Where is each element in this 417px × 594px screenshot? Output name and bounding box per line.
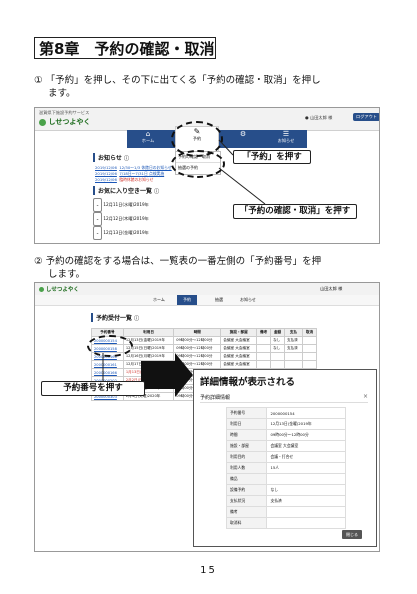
detail-row: 利用人数 15人 <box>225 462 346 474</box>
detail-row: 施設・部屋 会議室 大会議室 <box>225 440 346 452</box>
step-1-text: ① 「予約」を押し、その下に出てくる「予約の確認・取消」を押し ます。 <box>34 74 394 100</box>
detail-row: 備品 <box>225 473 346 485</box>
callout-reservation-id: 予約番号を押す <box>41 381 145 396</box>
step-2-text: ② 予約の確認をする場合は、一覧表の一番左側の「予約番号」を押 します。 <box>34 255 394 281</box>
page-number: 15 <box>200 565 217 576</box>
modal-detail-wrap: 予約番号 2000000154 利用日 12月13日(金曜)2019年 時間 09時0… <box>225 407 346 529</box>
step-1-line2: ます。 <box>48 88 76 99</box>
detail-modal: 詳細情報が表示される 予約詳細情報 × 予約番号 2000000154 利用日 12… <box>193 369 377 547</box>
detail-row: 予約番号 2000000154 <box>225 407 346 419</box>
step-2-line2: します。 <box>48 269 86 280</box>
chapter-title: 第8章 予約の確認・取消 <box>34 37 216 59</box>
screenshot-home: 滋賀県下施設予約サービス しせつよやく ● 山田太郎 様 ログアウト ⌂ ホーム… <box>34 107 380 244</box>
screenshot-list: しせつよやく 山田太郎 様 ホーム 予約 抽選 お知らせ 予約受付一覧 ⓘ 予約… <box>34 282 380 552</box>
step-2-number: ② <box>34 256 43 267</box>
divider <box>200 402 368 403</box>
step-2-line1: 予約の確認をする場合は、一覧表の一番左側の「予約番号」を押 <box>45 256 322 267</box>
detail-row: 支払状況 支払済 <box>225 495 346 507</box>
callout-arrows <box>218 139 266 205</box>
modal-detail-table: 予約番号 2000000154 利用日 12月13日(金曜)2019年 時間 09時0… <box>225 407 346 529</box>
callout-detail: 詳細情報が表示される <box>200 377 296 388</box>
detail-row: 設備予約 なし <box>225 484 346 496</box>
arrow-line <box>218 167 266 205</box>
step-1-number: ① <box>34 75 43 86</box>
close-icon[interactable]: × <box>363 393 368 400</box>
detail-row: 時間 09時00分～12時00分 <box>225 429 346 441</box>
detail-row: 取消料 <box>225 517 346 529</box>
step-1-line1: 「予約」を押し、その下に出てくる「予約の確認・取消」を押し <box>45 75 321 86</box>
detail-row: 利用日 12月13日(金曜)2019年 <box>225 418 346 430</box>
arrow-line <box>218 139 234 156</box>
right-arrow-icon <box>141 353 193 397</box>
detail-row: 備考 <box>225 506 346 518</box>
modal-close-button[interactable]: 閉じる <box>342 530 362 539</box>
modal-title: 予約詳細情報 <box>200 395 231 401</box>
detail-row: 利用目的 会議・打合せ <box>225 451 346 463</box>
